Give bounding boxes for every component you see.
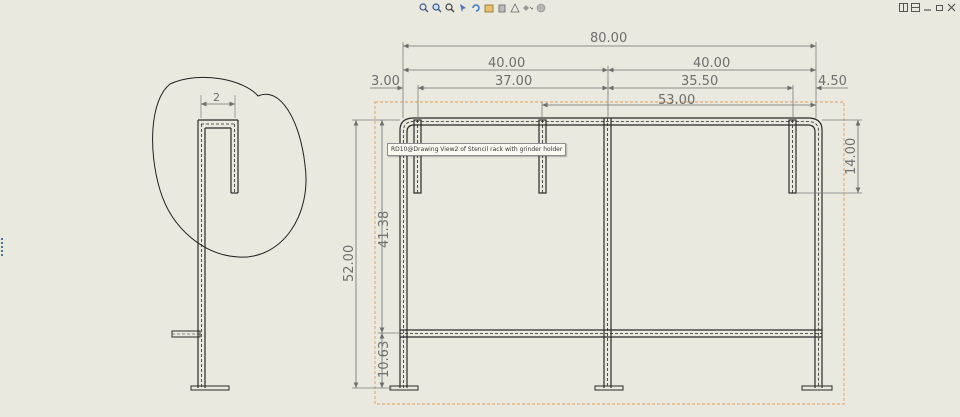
dim-lower-height-label: 10.63 [377, 341, 392, 378]
dim-right-post-height[interactable]: 14.00 [844, 120, 861, 193]
front-view[interactable] [389, 117, 833, 391]
dim-middle-span-label: 53.00 [658, 93, 695, 108]
dim-left-offset-label: 3.00 [371, 74, 400, 89]
dim-right-post-height-label: 14.00 [844, 138, 859, 175]
dim-right-inner[interactable]: 35.50 [608, 74, 793, 91]
dim-middle-span[interactable]: 53.00 [542, 93, 816, 108]
drawing-sheet[interactable]: 2 80.00 40.00 40.00 3.00 37.00 35.50 4.5… [0, 0, 960, 417]
dim-right-span-label: 40.00 [693, 56, 730, 71]
dim-overall-height-label: 52.00 [342, 245, 357, 282]
dim-right-offset-label: 4.50 [818, 74, 847, 89]
dim-left-offset[interactable]: 3.00 [370, 74, 425, 91]
dim-overall-height[interactable]: 52.00 [342, 120, 359, 388]
dim-overall-width[interactable]: 80.00 [403, 31, 816, 49]
dim-left-inner[interactable]: 37.00 [418, 74, 608, 91]
dim-left-span[interactable]: 40.00 [403, 56, 608, 73]
hover-tooltip: RD10@Drawing View2 of Stencil rack with … [387, 143, 567, 156]
dim-right-inner-label: 35.50 [681, 74, 718, 89]
dim-right-span[interactable]: 40.00 [608, 56, 816, 73]
side-detail-label: 2 [213, 91, 220, 104]
dim-overall-width-label: 80.00 [590, 31, 627, 46]
side-detail-dimension[interactable]: 2 [200, 91, 236, 118]
dim-lower-height[interactable]: 10.63 [377, 333, 392, 388]
side-view[interactable] [171, 119, 239, 391]
dim-right-offset[interactable]: 4.50 [816, 74, 848, 91]
dim-upper-height-label: 41.38 [377, 211, 392, 248]
dim-left-span-label: 40.00 [488, 56, 525, 71]
dim-left-inner-label: 37.00 [495, 74, 532, 89]
